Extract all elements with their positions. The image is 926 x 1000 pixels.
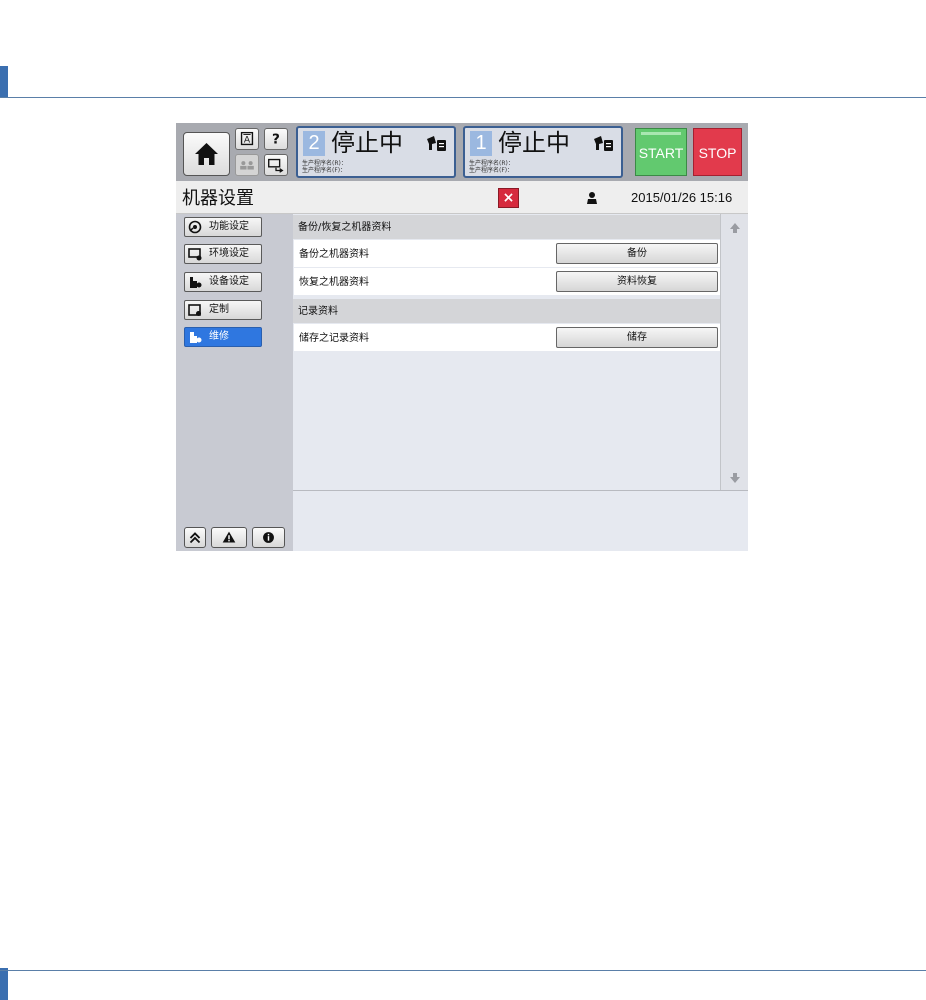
- row-label: 恢复之机器资料: [299, 277, 369, 288]
- datetime: 2015/01/26 15:16: [631, 190, 733, 205]
- users-icon: [240, 161, 254, 170]
- sidebar: 功能设定 环境设定 设备设定 定制 维修: [176, 214, 293, 551]
- restore-button[interactable]: 资料恢复: [556, 271, 718, 292]
- scroll-up-icon[interactable]: [728, 221, 742, 235]
- equipment-settings-icon: [190, 277, 202, 288]
- program-info: 生产程序名(R)： 生产程序名(F)：: [302, 160, 347, 174]
- sidebar-item-maintenance[interactable]: 维修: [184, 327, 262, 347]
- sidebar-item-label: 定制: [209, 304, 229, 315]
- table-row: 恢复之机器资料 资料恢复: [293, 268, 720, 296]
- production-program-icon: [594, 136, 613, 151]
- title-bar: 机器设置 × 2015/01/26 15:16: [176, 181, 748, 214]
- home-button[interactable]: [183, 132, 230, 176]
- row-label: 备份之机器资料: [299, 249, 369, 260]
- row-label-cell: 恢复之机器资料: [294, 268, 553, 295]
- sidebar-item-environment-settings[interactable]: 环境设定: [184, 244, 262, 264]
- collapse-up-icon: [189, 532, 201, 544]
- main-panel: 备份/恢复之机器资料 备份之机器资料 备份 恢复之机器资料 资料恢复 记录资料 …: [293, 214, 748, 551]
- home-icon: [195, 143, 218, 165]
- table-row: 备份之机器资料 备份: [293, 240, 720, 268]
- language-icon: A: [240, 131, 254, 146]
- header-bar: A ? 2 停止中 生产程序名(R)： 生产程序名(F)： 1 停止中 生产程序…: [176, 123, 748, 181]
- section-header-records: 记录资料: [293, 299, 720, 323]
- warning-icon: [222, 531, 236, 543]
- svg-text:?: ?: [272, 132, 280, 148]
- environment-settings-icon: [188, 248, 202, 261]
- network-button[interactable]: [264, 154, 288, 176]
- backup-button[interactable]: 备份: [556, 243, 718, 264]
- language-button[interactable]: A: [235, 128, 259, 150]
- section-title: 记录资料: [298, 306, 338, 317]
- users-button[interactable]: [235, 154, 259, 176]
- sidebar-item-label: 功能设定: [209, 221, 249, 232]
- sidebar-item-label: 设备设定: [209, 276, 249, 287]
- program-line-f: 生产程序名(F)：: [302, 167, 347, 174]
- page-title: 机器设置: [182, 188, 254, 209]
- section-title: 备份/恢复之机器资料: [298, 222, 392, 233]
- program-line-f: 生产程序名(F)：: [469, 167, 514, 174]
- page-rule-bottom: [0, 970, 926, 971]
- row-label-cell: 备份之机器资料: [294, 240, 553, 267]
- close-button[interactable]: ×: [498, 188, 519, 208]
- user-icon: [587, 192, 597, 204]
- program-line-r: 生产程序名(R)：: [302, 160, 347, 167]
- svg-text:A: A: [244, 136, 251, 146]
- help-icon: ?: [272, 132, 280, 148]
- section-header-backup-restore: 备份/恢复之机器资料: [293, 215, 720, 239]
- page-tab-top: [0, 66, 8, 98]
- machine-number: 1: [470, 131, 492, 156]
- machine-status: 停止中: [498, 129, 570, 157]
- machine-status-panel-1[interactable]: 1 停止中 生产程序名(R)： 生产程序名(F)：: [463, 126, 623, 178]
- machine-screen: A ? 2 停止中 生产程序名(R)： 生产程序名(F)： 1 停止中 生产程序…: [176, 123, 748, 551]
- production-program-icon: [427, 136, 446, 151]
- row-label-cell: 储存之记录资料: [294, 324, 553, 351]
- page-rule-top: [0, 97, 926, 98]
- customize-icon: [188, 304, 201, 316]
- sidebar-item-label: 环境设定: [209, 248, 249, 259]
- maintenance-icon: [190, 332, 202, 343]
- warning-button[interactable]: [211, 527, 247, 548]
- start-button[interactable]: START: [635, 128, 687, 176]
- info-button[interactable]: [252, 527, 285, 548]
- stop-button[interactable]: STOP: [693, 128, 742, 176]
- collapse-up-button[interactable]: [184, 527, 206, 548]
- scrollbar[interactable]: [720, 214, 748, 490]
- save-button[interactable]: 储存: [556, 327, 718, 348]
- network-icon: [268, 158, 284, 173]
- page-tab-bottom: [0, 968, 8, 1000]
- program-line-r: 生产程序名(R)：: [469, 160, 514, 167]
- table-row: 储存之记录资料 储存: [293, 324, 720, 352]
- scroll-down-icon[interactable]: [728, 471, 742, 485]
- sidebar-item-label: 维修: [209, 331, 229, 342]
- machine-status: 停止中: [331, 129, 403, 157]
- sidebar-item-function-settings[interactable]: 功能设定: [184, 217, 262, 237]
- machine-status-panel-2[interactable]: 2 停止中 生产程序名(R)： 生产程序名(F)：: [296, 126, 456, 178]
- row-label: 储存之记录资料: [299, 333, 369, 344]
- message-area: [293, 490, 748, 551]
- function-settings-icon: [188, 220, 202, 234]
- sidebar-item-equipment-settings[interactable]: 设备设定: [184, 272, 262, 292]
- help-button[interactable]: ?: [264, 128, 288, 150]
- list-empty-area: [293, 351, 720, 490]
- info-icon: [263, 532, 274, 543]
- machine-number: 2: [303, 131, 325, 156]
- program-info: 生产程序名(R)： 生产程序名(F)：: [469, 160, 514, 174]
- sidebar-item-customize[interactable]: 定制: [184, 300, 262, 320]
